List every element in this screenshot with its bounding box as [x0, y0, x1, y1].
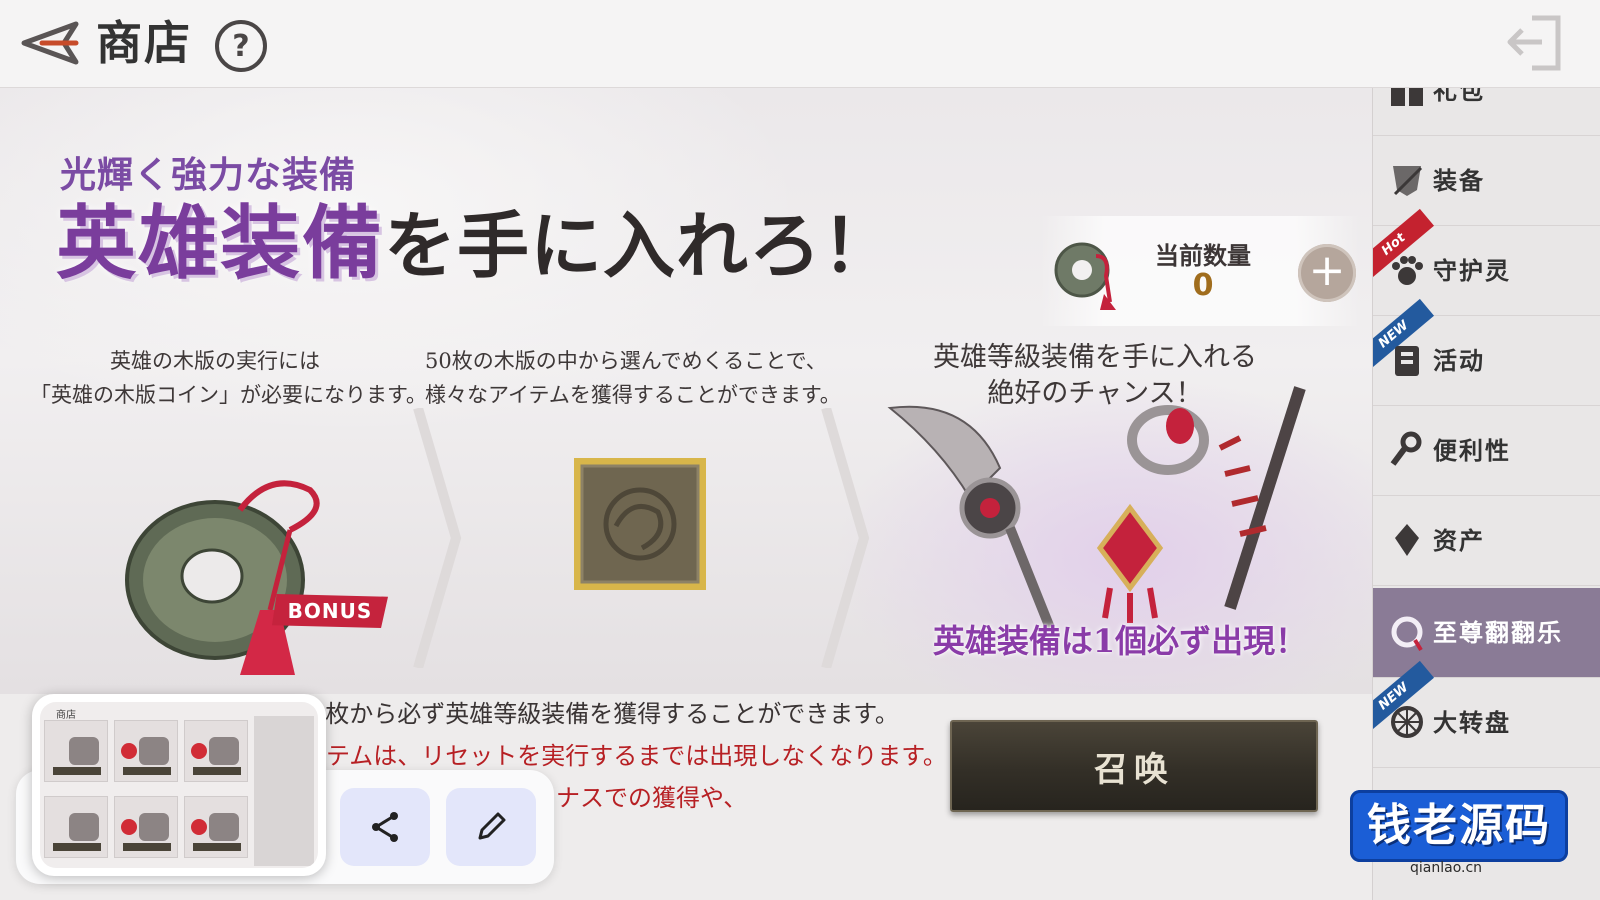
- bonus-badge: BONUS: [272, 594, 388, 628]
- watermark-text: 钱老源码: [1367, 800, 1551, 851]
- share-button[interactable]: [340, 788, 430, 866]
- event-icon: [1395, 346, 1419, 376]
- watermark-url: qianlao.cn: [1410, 860, 1483, 876]
- diamond-icon: [1395, 524, 1419, 556]
- thumbnail-preview: 商店: [40, 702, 318, 868]
- wooden-tablet-image: [574, 458, 706, 590]
- sidebar-item-label: 便利性: [1433, 437, 1511, 465]
- step-1-line-1: 英雄の木版の実行には: [110, 349, 320, 373]
- step-3-line-1: 英雄等級装備を手に入れる: [933, 342, 1257, 373]
- sidebar-item-events[interactable]: NEW 活动: [1373, 298, 1600, 406]
- counter-label: 当前数量: [1155, 242, 1251, 270]
- chevron-right-icon: [413, 408, 462, 668]
- pencil-icon: [478, 812, 506, 840]
- paw-icon: [1392, 256, 1423, 285]
- sidebar-item-label: 礼包: [1433, 88, 1485, 105]
- jade-coin-image: [125, 480, 320, 675]
- wheel-icon: [1391, 706, 1423, 738]
- sidebar-item-guardian[interactable]: Hot 守护灵: [1373, 208, 1600, 316]
- hero-equipment-image: [887, 386, 1306, 630]
- note-line: 1枚から必ず英雄等級装備を獲得することができます。: [310, 700, 899, 728]
- summon-button[interactable]: 召唤: [950, 720, 1318, 812]
- gift-icon: [1391, 88, 1423, 106]
- coin-counter: 当前数量 0 +: [1040, 216, 1360, 326]
- step-1-line-2: 「英雄の木版コイン」が必要になります。: [30, 383, 427, 407]
- sidebar-item-label: 资产: [1433, 527, 1485, 555]
- watermark: 钱老源码 qianlao.cn: [1350, 778, 1568, 876]
- sidebar-item-assets[interactable]: 资产: [1373, 496, 1600, 586]
- wrench-icon: [1390, 431, 1422, 466]
- sidebar-item-equipment[interactable]: 装备: [1373, 136, 1600, 226]
- thumbnail-card: [184, 720, 248, 782]
- help-button[interactable]: ?: [215, 20, 267, 72]
- back-button[interactable]: [12, 18, 82, 68]
- add-coin-button[interactable]: +: [1298, 244, 1356, 302]
- thumbnail-card: [44, 796, 108, 858]
- step-2-line-1: 50枚の木版の中から選んでめくることで、: [425, 349, 827, 373]
- share-icon: [372, 812, 398, 842]
- headline-rest: を手に入れろ！: [384, 203, 896, 288]
- thumbnail-card: [114, 796, 178, 858]
- thumbnail-card: [184, 796, 248, 858]
- thumbnail-card: [114, 720, 178, 782]
- thumbnail-card: [44, 720, 108, 782]
- counter-value: 0: [1192, 268, 1214, 303]
- sidebar-item-label: 至尊翻翻乐: [1433, 619, 1563, 647]
- edit-button[interactable]: [446, 788, 536, 866]
- step-2-line-2: 様々なアイテムを獲得することができます。: [425, 383, 841, 407]
- guarantee-text: 英雄装備は1個必ず出現！: [932, 622, 1308, 660]
- armor-icon: [1393, 166, 1423, 196]
- step-description: 英雄の木版の実行には 「英雄の木版コイン」が必要になります。: [30, 344, 427, 412]
- sidebar-item-label: 装备: [1433, 167, 1485, 195]
- sidebar-item-gift[interactable]: 礼包: [1373, 88, 1600, 136]
- sidebar-item-label: 大转盘: [1433, 709, 1511, 737]
- step-description: 50枚の木版の中から選んでめくることで、 様々なアイテムを獲得することができます…: [425, 344, 841, 412]
- thumbnail-title: 商店: [56, 710, 76, 721]
- sidebar-item-supreme-flip[interactable]: 至尊翻翻乐: [1373, 588, 1600, 678]
- note-line-warning: テムは、リセットを実行するまでは出現しなくなります。: [326, 742, 947, 770]
- headline-main: 英雄装備: [56, 196, 384, 290]
- back-arrow-icon: [21, 21, 79, 65]
- chevron-right-icon: [821, 408, 870, 668]
- event-banner: 光輝く強力な装備 英雄装備を手に入れろ！ 当前数量 0 + 英雄の木版の実行には…: [0, 88, 1400, 694]
- thumbnail-sidebar: [254, 716, 314, 866]
- sidebar-item-convenience[interactable]: 便利性: [1373, 406, 1600, 496]
- screenshot-thumbnail[interactable]: 商店: [32, 694, 326, 876]
- exit-button[interactable]: [1502, 12, 1568, 74]
- top-bar: 商店 ?: [0, 0, 1600, 88]
- banner-headline: 英雄装備を手に入れろ！: [56, 188, 895, 298]
- exit-icon: [1507, 15, 1561, 71]
- sidebar-item-wheel[interactable]: NEW 大转盘: [1373, 660, 1600, 768]
- note-line-warning: ナスでの獲得や、: [556, 784, 748, 812]
- page-title: 商店: [96, 16, 192, 70]
- coin-icon: [1391, 616, 1423, 652]
- sidebar-item-label: 守护灵: [1433, 257, 1511, 285]
- sidebar-item-label: 活动: [1433, 347, 1485, 375]
- hero-coin-icon: [1054, 242, 1116, 310]
